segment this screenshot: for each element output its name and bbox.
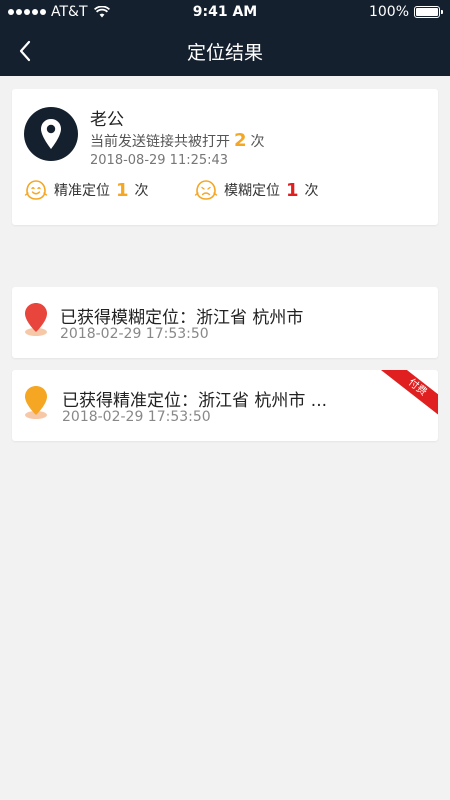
result-title: 已获得模糊定位：浙江省 杭州市 xyxy=(60,308,304,328)
open-count-line: 当前发送链接共被打开 2 次 xyxy=(90,130,265,151)
paid-ribbon: 付费 xyxy=(379,370,438,420)
location-pin-icon xyxy=(41,119,61,149)
page-title: 定位结果 xyxy=(186,42,263,64)
battery-icon xyxy=(414,6,443,18)
fuzzy-unit: 次 xyxy=(304,183,319,199)
precise-location-stat: 精准定位 1 次 xyxy=(24,179,149,201)
status-bar: AT&T 9:41 AM 100% xyxy=(0,0,450,26)
result-time: 2018-02-29 17:53:50 xyxy=(60,326,209,342)
orange-location-pin-icon xyxy=(25,386,47,419)
open-count-suffix: 次 xyxy=(250,134,265,150)
open-count-prefix: 当前发送链接共被打开 xyxy=(90,134,230,150)
result-time: 2018-02-29 17:53:50 xyxy=(62,409,211,425)
smiley-face-icon xyxy=(24,180,48,200)
red-location-pin-icon xyxy=(25,303,47,336)
open-count-value: 2 xyxy=(234,130,247,151)
result-item-precise[interactable]: 已获得精准定位：浙江省 杭州市 ... 2018-02-29 17:53:50 … xyxy=(12,370,438,441)
fuzzy-location-stat: 模糊定位 1 次 xyxy=(194,179,319,201)
sad-face-icon xyxy=(194,180,218,200)
summary-card: 老公 当前发送链接共被打开 2 次 2018-08-29 11:25:43 精准… xyxy=(12,89,438,225)
precise-count: 1 xyxy=(116,179,129,201)
precise-unit: 次 xyxy=(134,183,149,199)
nav-bar: 定位结果 xyxy=(0,26,450,76)
sent-timestamp: 2018-08-29 11:25:43 xyxy=(90,153,229,168)
avatar xyxy=(24,107,78,161)
fuzzy-label: 模糊定位 xyxy=(224,183,280,199)
fuzzy-count: 1 xyxy=(286,179,299,201)
battery-status: 100% xyxy=(368,4,443,20)
result-item-fuzzy[interactable]: 已获得模糊定位：浙江省 杭州市 2018-02-29 17:53:50 xyxy=(12,287,438,358)
result-title: 已获得精准定位：浙江省 杭州市 ... xyxy=(62,391,328,411)
battery-percent: 100% xyxy=(368,4,409,20)
precise-label: 精准定位 xyxy=(54,183,110,199)
contact-name: 老公 xyxy=(90,110,124,130)
